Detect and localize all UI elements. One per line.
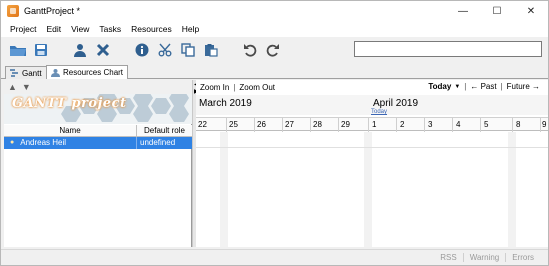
copy-icon[interactable] [177, 40, 199, 60]
undo-icon[interactable] [239, 40, 261, 60]
cut-icon[interactable] [154, 40, 176, 60]
close-button[interactable]: ✕ [514, 1, 548, 21]
month-label-march: March 2019 [199, 98, 252, 109]
day-label: 28 [313, 120, 322, 129]
status-bar: RSS Warning Errors [1, 249, 548, 265]
zoom-in-link[interactable]: Zoom In [196, 83, 229, 92]
today-button[interactable]: Today [428, 82, 451, 91]
day-label: 22 [198, 120, 207, 129]
day-label: 25 [229, 120, 238, 129]
past-link[interactable]: ← Past [470, 82, 496, 91]
logo-text: GANTT project [12, 96, 127, 111]
menu-bar: Project Edit View Tasks Resources Help [1, 21, 548, 37]
search-input[interactable] [354, 41, 542, 57]
chart-row-divider [196, 147, 548, 148]
open-folder-icon[interactable] [7, 40, 29, 60]
tab-gantt-label: Gantt [22, 68, 42, 78]
resource-name: Andreas Heil [20, 138, 67, 147]
day-label: 3 [428, 120, 433, 129]
weekend-shade [364, 132, 372, 247]
future-link[interactable]: Future → [507, 82, 540, 91]
menu-tasks[interactable]: Tasks [94, 24, 126, 34]
chart-navigation: Today ▼ | ← Past | Future → [428, 82, 540, 91]
gantt-icon [10, 69, 18, 77]
today-marker: Today [371, 109, 388, 115]
move-down-icon[interactable]: ▼ [22, 82, 31, 92]
resources-icon [51, 68, 60, 77]
menu-help[interactable]: Help [177, 24, 204, 34]
day-label: 26 [257, 120, 266, 129]
timeline-months: March 2019 April 2019 Today [196, 95, 548, 115]
paste-icon[interactable] [200, 40, 222, 60]
tab-resources-chart[interactable]: Resources Chart [46, 65, 129, 79]
column-header-name[interactable]: Name [4, 125, 137, 136]
day-label: 5 [484, 120, 489, 129]
tree-nav: ▲ ▼ [4, 80, 192, 94]
day-label: 27 [285, 120, 294, 129]
properties-icon[interactable] [131, 40, 153, 60]
column-header-default-role[interactable]: Default role [137, 125, 192, 136]
menu-resources[interactable]: Resources [126, 24, 177, 34]
status-rss[interactable]: RSS [434, 253, 462, 262]
day-label: 2 [400, 120, 405, 129]
table-row[interactable]: ● Andreas Heil undefined [4, 137, 192, 149]
day-label: 9 [542, 120, 547, 129]
timeline-days: 22 25 26 27 28 29 1 2 3 4 5 8 9 [196, 117, 548, 132]
ganttproject-app-icon [7, 5, 19, 17]
menu-edit[interactable]: Edit [41, 24, 66, 34]
resource-role-cell[interactable]: undefined [137, 137, 192, 149]
weekend-shade [508, 132, 516, 247]
day-label: 29 [341, 120, 350, 129]
resource-grid-header: Name Default role [4, 125, 192, 137]
weekend-shade [220, 132, 228, 247]
day-label: 1 [372, 120, 377, 129]
tab-resources-chart-label: Resources Chart [63, 68, 124, 77]
view-tabs: Gantt Resources Chart [1, 63, 548, 79]
save-icon[interactable] [30, 40, 52, 60]
status-errors[interactable]: Errors [505, 253, 540, 262]
nav-separator-2: | [500, 82, 503, 91]
toolbar [1, 38, 548, 62]
window-title: GanttProject * [24, 6, 81, 16]
app-window: GanttProject * — ☐ ✕ Project Edit View T… [0, 0, 549, 266]
day-label: 8 [516, 120, 521, 129]
maximize-button[interactable]: ☐ [480, 1, 514, 21]
day-label: 4 [456, 120, 461, 129]
month-label-april: April 2019 [373, 98, 419, 109]
resource-person-icon: ● [10, 139, 15, 146]
tab-gantt[interactable]: Gantt [5, 66, 47, 79]
zoom-out-link[interactable]: Zoom Out [239, 83, 275, 92]
menu-project[interactable]: Project [5, 24, 41, 34]
status-warning[interactable]: Warning [462, 253, 506, 262]
menu-view[interactable]: View [66, 24, 94, 34]
redo-icon[interactable] [262, 40, 284, 60]
nav-separator: | [464, 82, 467, 91]
title-bar: GanttProject * — ☐ ✕ [1, 1, 548, 21]
ganttproject-logo-banner: GANTT project [4, 94, 192, 124]
resource-tree-panel: ▲ ▼ GANTT project Name Default role ● An… [4, 80, 192, 247]
zoom-separator: | [233, 82, 236, 92]
delete-icon[interactable] [92, 40, 114, 60]
resource-chart: Zoom In | Zoom Out Today ▼ | ← Past | Fu… [196, 80, 548, 247]
new-resource-icon[interactable] [69, 40, 91, 60]
resource-name-cell[interactable]: ● Andreas Heil [4, 137, 137, 149]
move-up-icon[interactable]: ▲ [8, 82, 17, 92]
minimize-button[interactable]: — [446, 1, 480, 21]
